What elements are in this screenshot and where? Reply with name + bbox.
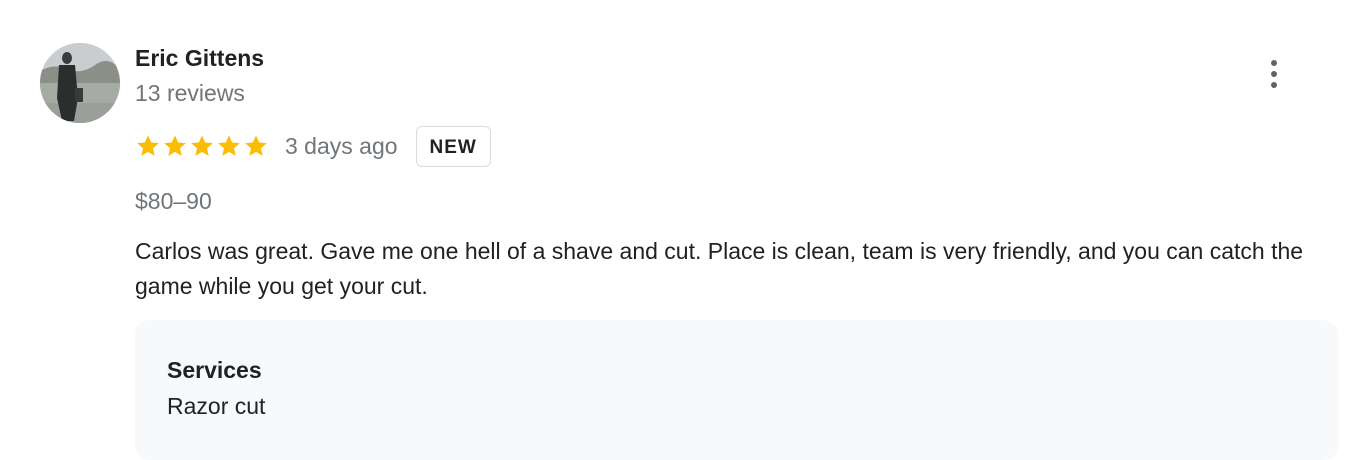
star-icon <box>218 135 240 156</box>
review-meta: 3 days ago NEW <box>135 124 491 168</box>
more-vert-icon <box>1271 60 1277 66</box>
services-label: Services <box>167 357 262 383</box>
more-vert-icon-dot <box>1271 82 1277 88</box>
services-value: Razor cut <box>167 393 266 419</box>
review-text: Carlos was great. Gave me one hell of a … <box>135 238 1304 299</box>
services-section: Services Razor cut <box>135 320 1338 460</box>
star-icon <box>164 135 186 156</box>
avatar[interactable] <box>40 43 120 123</box>
reviewer-name[interactable]: Eric Gittens <box>135 44 264 72</box>
star-icon <box>191 135 213 156</box>
star-icon <box>137 135 159 156</box>
more-vert-icon-dot <box>1271 71 1277 77</box>
new-badge: NEW <box>415 125 491 167</box>
review-date: 3 days ago <box>285 133 398 159</box>
price-range: $80–90 <box>135 188 212 214</box>
reviewer-review-count[interactable]: 13 reviews <box>135 79 245 107</box>
star-rating <box>135 133 269 159</box>
more-options-button[interactable] <box>1255 55 1293 93</box>
avatar-photo <box>40 43 120 123</box>
star-icon <box>245 135 267 156</box>
